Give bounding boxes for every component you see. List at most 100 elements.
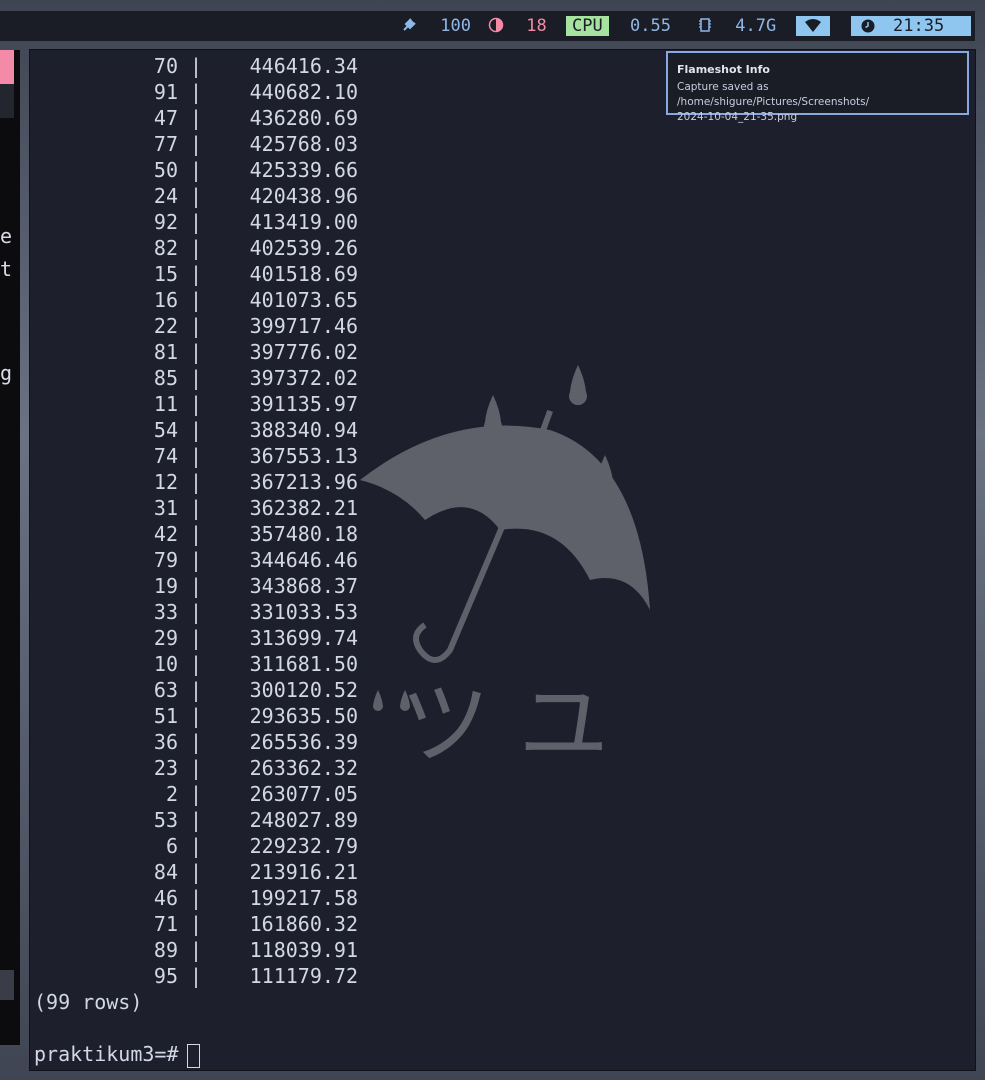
table-row: 84 | 213916.21 (30, 859, 430, 885)
column-separator: | (190, 496, 203, 520)
row-id: 53 (153, 808, 178, 832)
row-value: 311681.50 (249, 652, 358, 676)
row-id: 23 (153, 756, 178, 780)
notification-title: Flameshot Info (677, 63, 770, 76)
row-value: 425339.66 (249, 158, 358, 182)
column-separator: | (190, 314, 203, 338)
desktop: 100 18 CPU 0.55 4.7G 21:35 e t g ツ ユ 70 … (0, 0, 985, 1080)
memory-value: 4.7G (735, 16, 777, 36)
table-row: 54 | 388340.94 (30, 417, 430, 443)
row-value: 229232.79 (249, 834, 358, 858)
row-value: 397372.02 (249, 366, 358, 390)
row-id: 71 (153, 912, 178, 936)
row-value: 331033.53 (249, 600, 358, 624)
row-value: 111179.72 (249, 964, 358, 988)
row-value: 402539.26 (249, 236, 358, 260)
row-value: 401518.69 (249, 262, 358, 286)
status-bar: 100 18 CPU 0.55 4.7G 21:35 (0, 11, 975, 41)
table-row: 12 | 367213.96 (30, 469, 430, 495)
row-id: 85 (153, 366, 178, 390)
row-value: 263362.32 (249, 756, 358, 780)
clipped-text: e (0, 224, 13, 248)
table-row: 92 | 413419.00 (30, 209, 430, 235)
row-id: 11 (153, 392, 178, 416)
row-id: 91 (153, 80, 178, 104)
row-value: 343868.37 (249, 574, 358, 598)
brightness-value: 18 (526, 16, 547, 36)
table-row: 50 | 425339.66 (30, 157, 430, 183)
brightness-indicator[interactable]: 18 (488, 11, 547, 41)
row-id: 31 (153, 496, 178, 520)
row-value: 362382.21 (249, 496, 358, 520)
cpu-value: 0.55 (630, 16, 671, 36)
table-row: 33 | 331033.53 (30, 599, 430, 625)
column-separator: | (190, 548, 203, 572)
column-separator: | (190, 652, 203, 676)
column-separator: | (190, 470, 203, 494)
cpu-label: CPU (566, 16, 609, 36)
column-separator: | (190, 938, 203, 962)
row-id: 79 (153, 548, 178, 572)
notification-popup[interactable]: Flameshot Info Capture saved as /home/sh… (666, 51, 969, 123)
window-tab[interactable] (0, 50, 14, 84)
row-id: 19 (153, 574, 178, 598)
column-separator: | (190, 54, 203, 78)
wifi-indicator[interactable] (796, 16, 830, 36)
row-value: 263077.05 (249, 782, 358, 806)
table-row: 22 | 399717.46 (30, 313, 430, 339)
row-id: 22 (153, 314, 178, 338)
row-value: 397776.02 (249, 340, 358, 364)
row-value: 367553.13 (249, 444, 358, 468)
row-id: 77 (153, 132, 178, 156)
column-separator: | (190, 80, 203, 104)
row-id: 2 (165, 782, 178, 806)
table-row: 42 | 357480.18 (30, 521, 430, 547)
row-value: 313699.74 (249, 626, 358, 650)
column-separator: | (190, 106, 203, 130)
table-row: 29 | 313699.74 (30, 625, 430, 651)
clock-indicator[interactable]: 21:35 (851, 16, 971, 36)
clock-icon (861, 19, 875, 33)
table-row: 47 | 436280.69 (30, 105, 430, 131)
row-value: 118039.91 (249, 938, 358, 962)
column-separator: | (190, 860, 203, 884)
table-row: 24 | 420438.96 (30, 183, 430, 209)
table-row: 23 | 263362.32 (30, 755, 430, 781)
column-separator: | (190, 704, 203, 728)
row-id: 12 (153, 470, 178, 494)
table-row: 51 | 293635.50 (30, 703, 430, 729)
row-value: 248027.89 (249, 808, 358, 832)
row-id: 50 (153, 158, 178, 182)
table-row: 2 | 263077.05 (30, 781, 430, 807)
column-separator: | (190, 288, 203, 312)
power-indicator[interactable]: 100 (400, 11, 471, 41)
clipped-text: g (0, 361, 13, 385)
row-value: 161860.32 (249, 912, 358, 936)
table-row: 77 | 425768.03 (30, 131, 430, 157)
column-separator: | (190, 184, 203, 208)
table-row: 63 | 300120.52 (30, 677, 430, 703)
notification-body: Capture saved as /home/shigure/Pictures/… (677, 80, 958, 125)
clipped-text: t (0, 257, 13, 281)
battery-value: 100 (440, 16, 471, 36)
table-row: 16 | 401073.65 (30, 287, 430, 313)
column-separator: | (190, 418, 203, 442)
column-separator: | (190, 886, 203, 910)
row-value: 265536.39 (249, 730, 358, 754)
column-separator: | (190, 600, 203, 624)
terminal-window[interactable]: ツ ユ 70 | 446416.34 91 | 440682.10 47 | 436280.69… (30, 50, 975, 1070)
table-row: 46 | 199217.58 (30, 885, 430, 911)
table-row: 53 | 248027.89 (30, 807, 430, 833)
row-value: 425768.03 (249, 132, 358, 156)
table-row: 70 | 446416.34 (30, 53, 430, 79)
memory-indicator[interactable]: 4.7G (697, 11, 776, 41)
column-separator: | (190, 756, 203, 780)
column-separator: | (190, 964, 203, 988)
wifi-icon (805, 19, 821, 32)
background-window[interactable]: e t g (0, 50, 20, 1045)
row-id: 16 (153, 288, 178, 312)
command-prompt[interactable]: praktikum3=# (34, 1041, 200, 1068)
row-value: 388340.94 (249, 418, 358, 442)
row-value: 300120.52 (249, 678, 358, 702)
column-separator: | (190, 730, 203, 754)
